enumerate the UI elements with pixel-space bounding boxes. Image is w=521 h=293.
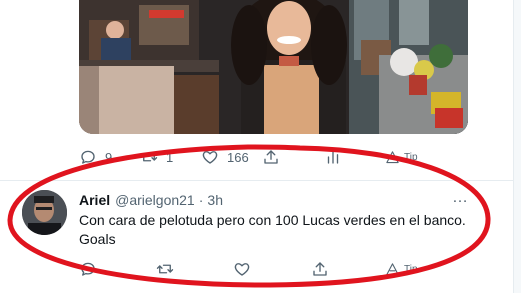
retweet-button[interactable] (156, 259, 174, 279)
timestamp[interactable]: 3h (207, 192, 223, 208)
reply-tweet-actions: Tip (0, 259, 513, 279)
heart-icon (234, 263, 250, 276)
timeline: 9 1 166 Tip Ariel @arielgon21 · 3h … Con… (0, 0, 521, 293)
heart-icon (202, 151, 218, 164)
tip-button[interactable]: Tip (385, 147, 418, 167)
tip-label: Tip (404, 151, 418, 163)
reply-count: 9 (105, 149, 113, 165)
display-name[interactable]: Ariel (79, 192, 110, 208)
retweet-count: 1 (166, 149, 174, 165)
share-icon (264, 150, 278, 164)
tip-label: Tip (404, 263, 418, 275)
retweet-button[interactable]: 1 (140, 147, 173, 167)
analytics-icon (327, 151, 339, 164)
tweet-media-photo[interactable] (79, 0, 468, 134)
tip-button[interactable]: Tip (385, 259, 418, 279)
like-count: 166 (227, 149, 249, 165)
tweet-text: Con cara de pelotuda pero con 100 Lucas … (79, 212, 466, 247)
tip-icon (386, 150, 399, 163)
avatar-image (22, 190, 67, 235)
reply-button[interactable] (79, 259, 97, 279)
like-button[interactable]: 166 (201, 147, 249, 167)
analytics-button[interactable] (324, 147, 342, 167)
tip-icon (386, 262, 399, 275)
tweet-header: Ariel @arielgon21 · 3h (79, 190, 223, 210)
share-icon (313, 262, 327, 276)
reply-button[interactable]: 9 (79, 147, 112, 167)
tweet-divider (0, 180, 513, 181)
like-button[interactable] (233, 259, 251, 279)
reply-icon (81, 262, 95, 276)
header-separator: · (198, 192, 204, 208)
retweet-icon (140, 152, 158, 162)
more-options-icon[interactable]: … (452, 189, 469, 207)
user-handle[interactable]: @arielgon21 (115, 192, 195, 208)
photo-illustration (79, 0, 468, 134)
retweet-icon (156, 264, 174, 274)
share-button[interactable] (262, 147, 280, 167)
avatar[interactable] (22, 190, 67, 235)
reply-icon (81, 150, 95, 164)
top-tweet-actions: 9 1 166 Tip (0, 147, 513, 167)
page-gutter (514, 0, 521, 293)
share-button[interactable] (311, 259, 329, 279)
